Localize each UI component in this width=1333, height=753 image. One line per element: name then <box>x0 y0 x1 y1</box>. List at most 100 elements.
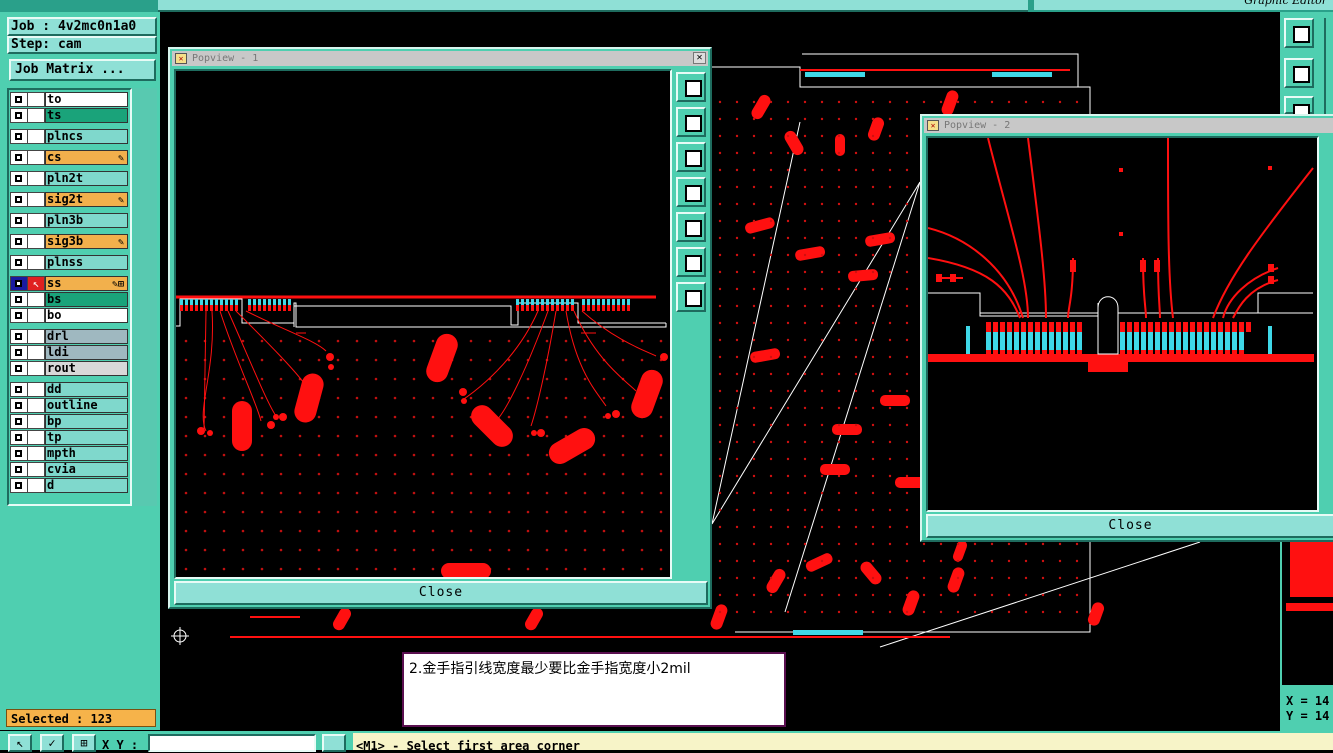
layer-row-sig2t[interactable]: sig2t ✎ <box>10 192 128 207</box>
layer-checkbox[interactable] <box>10 92 28 107</box>
layer-checkbox[interactable] <box>10 276 28 291</box>
layer-checkbox[interactable] <box>10 446 28 461</box>
layer-affected-toggle[interactable] <box>28 478 45 493</box>
layer-name[interactable]: ss ✎⊞ <box>45 276 128 291</box>
layer-checkbox[interactable] <box>10 414 28 429</box>
layer-row-dd[interactable]: dd <box>10 382 128 397</box>
layer-affected-toggle[interactable] <box>28 171 45 186</box>
window-down-icon[interactable] <box>1284 96 1314 121</box>
tool-grid-icon[interactable]: ⊞ <box>72 734 96 752</box>
popview-1-close-button[interactable]: Close <box>174 581 708 605</box>
layer-affected-toggle[interactable] <box>28 382 45 397</box>
layer-name[interactable]: sig3b ✎ <box>45 234 128 249</box>
layer-checkbox[interactable] <box>10 329 28 344</box>
layer-checkbox[interactable] <box>10 150 28 165</box>
popview-1-viewport[interactable] <box>174 69 672 579</box>
layer-affected-toggle[interactable] <box>28 234 45 249</box>
layer-affected-toggle[interactable] <box>28 329 45 344</box>
work-layer-arrow-icon[interactable]: ↖ <box>28 276 45 291</box>
layer-checkbox[interactable] <box>10 478 28 493</box>
layer-checkbox[interactable] <box>10 192 28 207</box>
layer-checkbox[interactable] <box>10 382 28 397</box>
layer-checkbox[interactable] <box>10 108 28 123</box>
layer-row-tp[interactable]: tp <box>10 430 128 445</box>
layer-name[interactable]: tp <box>45 430 128 445</box>
layer-name[interactable]: plnss <box>45 255 128 270</box>
tool-check-icon[interactable]: ✓ <box>40 734 64 752</box>
pan-left-icon[interactable] <box>676 177 706 207</box>
layer-affected-toggle[interactable] <box>28 292 45 307</box>
pan-right-icon[interactable] <box>676 212 706 242</box>
layer-checkbox[interactable] <box>10 430 28 445</box>
layer-row-bo[interactable]: bo <box>10 308 128 323</box>
job-matrix-button[interactable]: Job Matrix ... <box>9 59 156 81</box>
layer-row-pln3b[interactable]: pln3b <box>10 213 128 228</box>
layer-checkbox[interactable] <box>10 308 28 323</box>
layer-name[interactable]: mpth <box>45 446 128 461</box>
layer-affected-toggle[interactable] <box>28 414 45 429</box>
pan-up-icon[interactable] <box>676 107 706 137</box>
layer-affected-toggle[interactable] <box>28 398 45 413</box>
layer-name[interactable]: dd <box>45 382 128 397</box>
layer-name[interactable]: ldi <box>45 345 128 360</box>
pan-down-icon[interactable] <box>676 142 706 172</box>
layer-affected-toggle[interactable] <box>28 345 45 360</box>
layer-name[interactable]: outline <box>45 398 128 413</box>
popview-2-window[interactable]: ✕ Popview - 2 Close <box>920 114 1333 542</box>
layer-row-ss[interactable]: ↖ ss ✎⊞ <box>10 276 128 291</box>
layer-row-sig3b[interactable]: sig3b ✎ <box>10 234 128 249</box>
layer-list-scrollbar[interactable] <box>133 88 157 506</box>
layer-row-cs[interactable]: cs ✎ <box>10 150 128 165</box>
layer-row-bs[interactable]: bs <box>10 292 128 307</box>
zoom-home-icon[interactable] <box>676 282 706 312</box>
layer-checkbox[interactable] <box>10 398 28 413</box>
layer-affected-toggle[interactable] <box>28 255 45 270</box>
tool-select-icon[interactable]: ↖ <box>8 734 32 752</box>
window-up-icon[interactable] <box>1284 18 1314 48</box>
layer-checkbox[interactable] <box>10 462 28 477</box>
layer-affected-toggle[interactable] <box>28 361 45 376</box>
layer-name[interactable]: pln3b <box>45 213 128 228</box>
layer-row-ldi[interactable]: ldi <box>10 345 128 360</box>
layer-row-cvia[interactable]: cvia <box>10 462 128 477</box>
layer-name[interactable]: d <box>45 478 128 493</box>
layer-checkbox[interactable] <box>10 171 28 186</box>
layer-row-to[interactable]: to <box>10 92 128 107</box>
layer-affected-toggle[interactable] <box>28 192 45 207</box>
window-left-icon[interactable] <box>1284 58 1314 88</box>
input-button[interactable] <box>322 734 346 752</box>
layer-name[interactable]: bp <box>45 414 128 429</box>
layer-name[interactable]: ts <box>45 108 128 123</box>
layer-affected-toggle[interactable] <box>28 446 45 461</box>
layer-row-outline[interactable]: outline <box>10 398 128 413</box>
close-icon[interactable]: ✕ <box>693 52 706 64</box>
layer-name[interactable]: drl <box>45 329 128 344</box>
layer-row-drl[interactable]: drl <box>10 329 128 344</box>
layer-row-pln2t[interactable]: pln2t <box>10 171 128 186</box>
popview-2-titlebar[interactable]: ✕ Popview - 2 <box>924 118 1333 133</box>
layer-name[interactable]: bo <box>45 308 128 323</box>
layer-checkbox[interactable] <box>10 292 28 307</box>
layer-row-mpth[interactable]: mpth <box>10 446 128 461</box>
layer-name[interactable]: rout <box>45 361 128 376</box>
layer-row-d[interactable]: d <box>10 478 128 493</box>
layer-row-plnss[interactable]: plnss <box>10 255 128 270</box>
layer-checkbox[interactable] <box>10 213 28 228</box>
layer-name[interactable]: plncs <box>45 129 128 144</box>
popview-2-close-button[interactable]: Close <box>926 514 1333 538</box>
layer-checkbox[interactable] <box>10 361 28 376</box>
layer-affected-toggle[interactable] <box>28 92 45 107</box>
xy-input[interactable] <box>148 734 316 752</box>
layer-name[interactable]: pln2t <box>45 171 128 186</box>
popview-1-titlebar[interactable]: ✕ Popview - 1 ✕ <box>172 51 708 66</box>
layer-affected-toggle[interactable] <box>28 430 45 445</box>
zoom-fit-icon[interactable] <box>676 247 706 277</box>
layer-affected-toggle[interactable] <box>28 108 45 123</box>
layer-name[interactable]: bs <box>45 292 128 307</box>
layer-row-rout[interactable]: rout <box>10 361 128 376</box>
layer-checkbox[interactable] <box>10 345 28 360</box>
layer-checkbox[interactable] <box>10 129 28 144</box>
layer-checkbox[interactable] <box>10 255 28 270</box>
layer-name[interactable]: sig2t ✎ <box>45 192 128 207</box>
zoom-in-icon[interactable] <box>676 72 706 102</box>
